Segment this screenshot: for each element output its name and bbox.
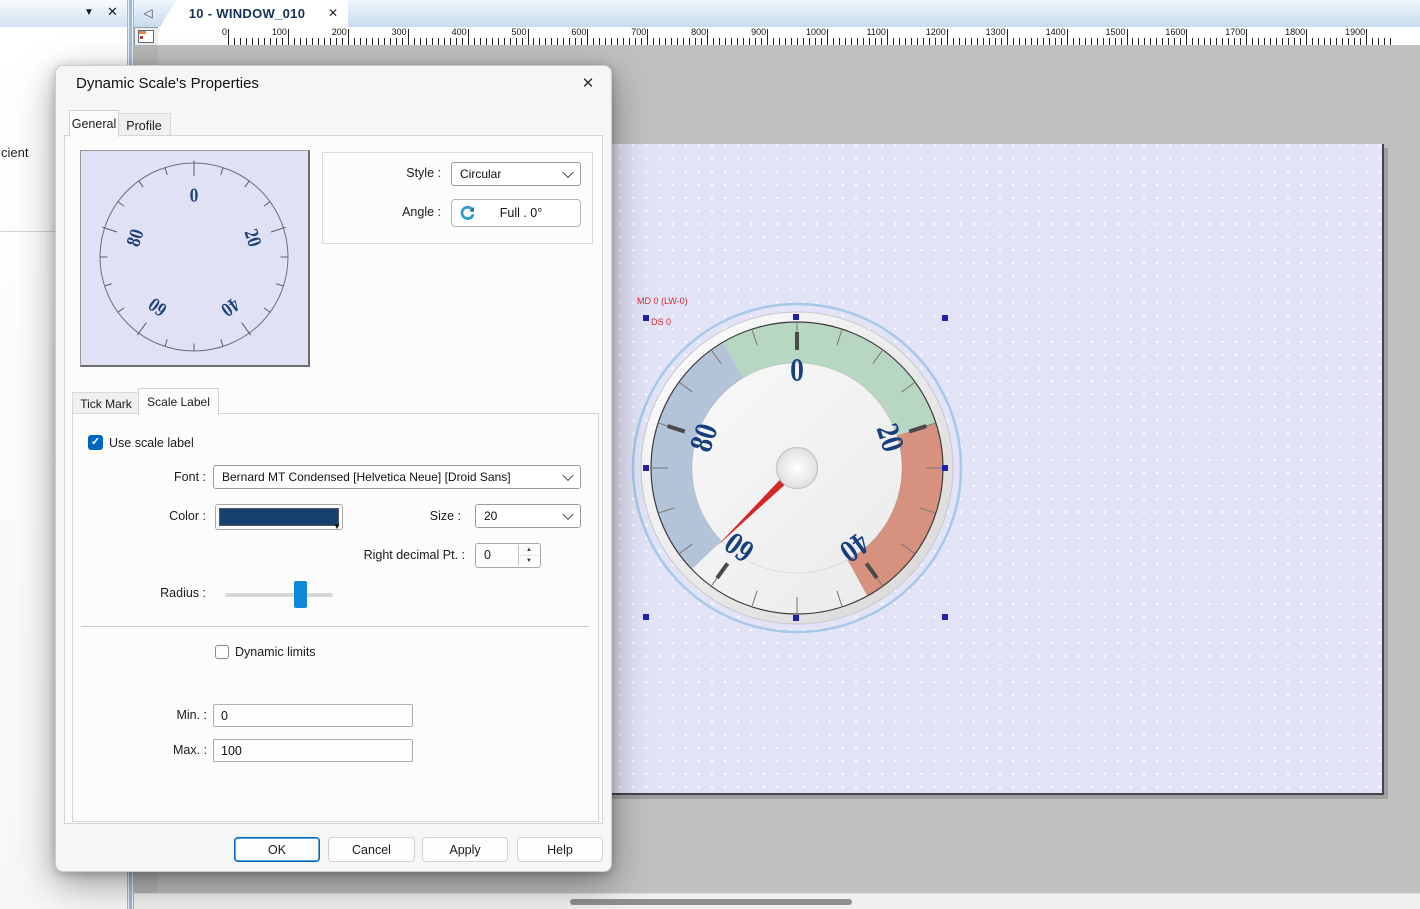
scale-preview: 0 20 40 60 80: [80, 150, 310, 367]
angle-button[interactable]: Full . 0°: [451, 199, 581, 227]
subtab-scale-label[interactable]: Scale Label: [138, 388, 219, 415]
use-scale-label-checkbox[interactable]: ✓: [88, 435, 103, 450]
panel-collapse-icon[interactable]: ▼: [84, 7, 94, 18]
general-tab-pane: 0 20 40 60 80 Style : Circular Angle : Full …: [64, 135, 603, 824]
horizontal-scrollbar-thumb[interactable]: [570, 899, 852, 905]
slider-handle[interactable]: [294, 581, 307, 608]
tab-title: 10 - WINDOW_010: [189, 6, 319, 21]
svg-text:60: 60: [145, 293, 171, 320]
tab-window-010[interactable]: 10 - WINDOW_010 ✕: [160, 0, 348, 27]
selection-handle[interactable]: [793, 615, 799, 621]
max-label: Max. :: [153, 743, 207, 757]
right-decimal-spinbox[interactable]: 0 ▲ ▼: [475, 543, 541, 568]
angle-value: Full . 0°: [476, 206, 580, 220]
chevron-down-icon: [562, 167, 573, 178]
application-window: ▼ ✕ cient ◁ 10 - WINDOW_010 ✕ 0100200300…: [0, 0, 1420, 909]
color-dropdown-icon: ▼: [333, 522, 341, 531]
use-scale-label-text: Use scale label: [109, 436, 194, 450]
section-divider: [81, 626, 589, 627]
selection-handle[interactable]: [942, 315, 948, 321]
angle-label: Angle :: [323, 205, 441, 219]
right-decimal-value: 0: [484, 548, 491, 562]
left-panel-partial-text: cient: [1, 145, 28, 160]
tab-scroll-left-icon[interactable]: ◁: [140, 5, 156, 21]
gauge-widget[interactable]: 020406080: [625, 296, 969, 640]
selection-handle[interactable]: [643, 465, 649, 471]
chevron-down-icon: [562, 509, 573, 520]
help-button[interactable]: Help: [517, 837, 603, 862]
ok-button[interactable]: OK: [234, 837, 320, 862]
svg-text:80: 80: [123, 227, 148, 250]
ruler-origin-icon: [138, 30, 154, 43]
dialog-title: Dynamic Scale's Properties: [76, 75, 259, 92]
subtab-tick-mark[interactable]: Tick Mark: [72, 392, 140, 414]
radius-slider[interactable]: [225, 584, 333, 606]
selection-handle[interactable]: [942, 614, 948, 620]
chevron-down-icon: [562, 470, 573, 481]
tab-close-icon[interactable]: ✕: [328, 6, 338, 20]
slider-track[interactable]: [225, 593, 333, 597]
horizontal-ruler: 0100200300400500600700800900100011001200…: [158, 27, 1420, 46]
svg-text:0: 0: [790, 353, 804, 387]
svg-text:40: 40: [217, 293, 243, 320]
size-value: 20: [484, 509, 497, 523]
max-input[interactable]: [213, 739, 413, 762]
color-label: Color :: [133, 509, 206, 523]
size-label: Size :: [393, 509, 461, 523]
min-label: Min. :: [153, 708, 207, 722]
tab-general[interactable]: General: [69, 110, 119, 137]
font-label: Font :: [133, 470, 206, 484]
color-swatch: [219, 508, 339, 526]
panel-close-icon[interactable]: ✕: [107, 4, 118, 20]
selection-handle[interactable]: [643, 614, 649, 620]
color-picker-button[interactable]: ▼: [215, 504, 343, 530]
left-panel-header: ▼ ✕: [0, 0, 127, 28]
selection-handle[interactable]: [942, 465, 948, 471]
radius-label: Radius :: [133, 586, 206, 600]
dynamic-limits-checkbox[interactable]: [215, 645, 229, 659]
size-combobox[interactable]: 20: [475, 504, 581, 528]
apply-button[interactable]: Apply: [422, 837, 508, 862]
rotate-angle-icon: [459, 205, 476, 222]
ruler-origin-box: [134, 27, 159, 46]
cancel-button[interactable]: Cancel: [328, 837, 415, 862]
spinner-down-icon[interactable]: ▼: [519, 556, 539, 566]
selection-handle[interactable]: [643, 315, 649, 321]
selection-handle[interactable]: [793, 314, 799, 320]
dynamic-scale-properties-dialog: Dynamic Scale's Properties ✕ General Pro…: [55, 65, 612, 872]
scale-label-pane: ✓ Use scale label Font : Bernard MT Cond…: [72, 413, 599, 822]
dynamic-limits-text: Dynamic limits: [235, 645, 316, 659]
svg-text:0: 0: [190, 185, 199, 206]
tab-profile[interactable]: Profile: [117, 113, 171, 137]
svg-text:20: 20: [240, 227, 265, 250]
style-group: Style : Circular Angle : Full . 0°: [322, 152, 593, 244]
min-input[interactable]: [213, 704, 413, 727]
document-tab-bar: ◁ 10 - WINDOW_010 ✕: [134, 0, 1420, 28]
right-decimal-label: Right decimal Pt. :: [273, 548, 465, 562]
spinner-up-icon[interactable]: ▲: [519, 545, 539, 556]
style-combobox[interactable]: Circular: [451, 162, 581, 186]
bottom-scrollbar-strip: [134, 893, 1420, 909]
style-label: Style :: [323, 166, 441, 180]
font-combobox[interactable]: Bernard MT Condensed [Helvetica Neue] [D…: [213, 465, 581, 489]
font-value: Bernard MT Condensed [Helvetica Neue] [D…: [222, 470, 511, 484]
dialog-close-icon[interactable]: ✕: [574, 73, 602, 95]
style-value: Circular: [460, 167, 501, 181]
